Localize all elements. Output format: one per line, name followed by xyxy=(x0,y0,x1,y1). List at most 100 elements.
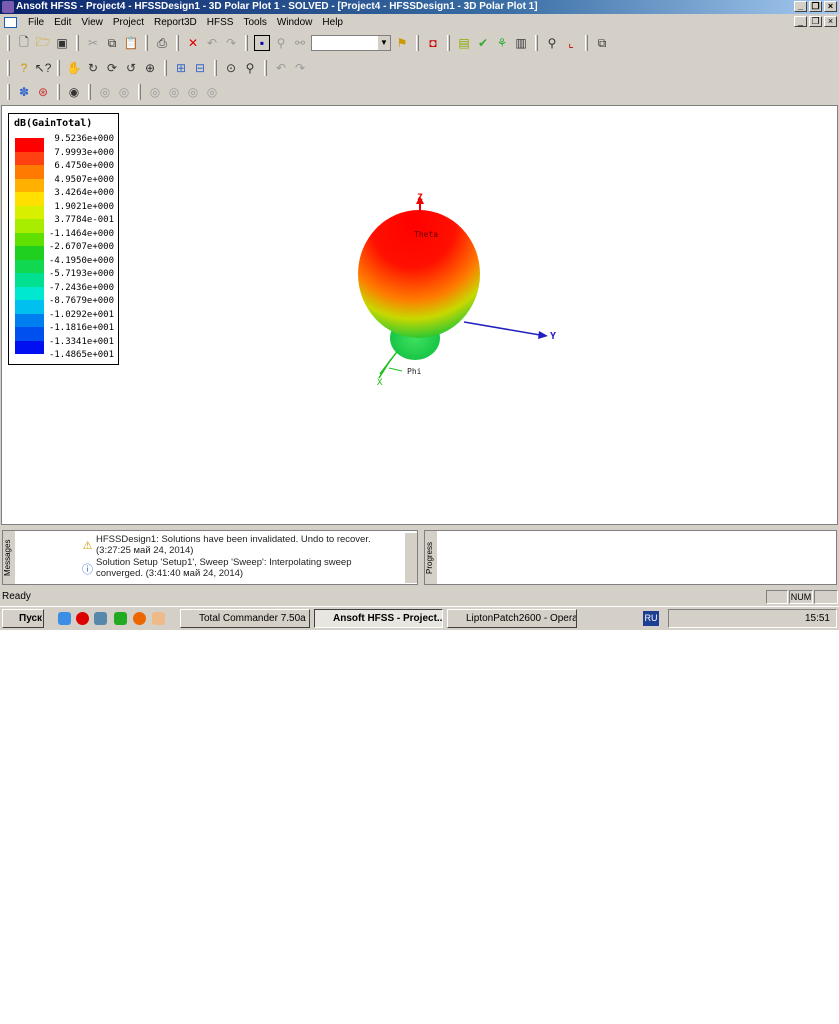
y-arrow xyxy=(538,331,548,339)
rotate-z-icon[interactable]: ⟳ xyxy=(104,60,120,76)
child-minimize-button[interactable]: _ xyxy=(794,16,807,27)
undo-icon[interactable]: ↶ xyxy=(204,35,220,51)
rotate-icon[interactable]: ↻ xyxy=(85,60,101,76)
filter-icon[interactable]: ⚑ xyxy=(394,35,410,51)
hide-all-icon[interactable]: ◎ xyxy=(116,84,132,100)
ie-icon[interactable] xyxy=(58,612,71,625)
menu-view[interactable]: View xyxy=(76,17,108,28)
pan-icon[interactable]: ✋ xyxy=(66,60,82,76)
clock: 15:51 xyxy=(804,613,830,624)
zoom-out-icon[interactable]: ⊟ xyxy=(192,60,208,76)
view-3-icon[interactable]: ◎ xyxy=(185,84,201,100)
status-text: Ready xyxy=(2,591,31,602)
view-1-icon[interactable]: ◎ xyxy=(147,84,163,100)
menu-project[interactable]: Project xyxy=(108,17,149,28)
start-button[interactable]: Пуск xyxy=(2,609,44,628)
warning-icon: ⚠ xyxy=(82,540,93,552)
message-manager: Messages ⚠ HFSSDesign1: Solutions have b… xyxy=(2,530,418,585)
fit-all-icon[interactable]: ⊙ xyxy=(223,60,239,76)
select-icon[interactable]: ▪ xyxy=(254,35,270,51)
menu-help[interactable]: Help xyxy=(317,17,348,28)
fields-icon[interactable]: ⚲ xyxy=(544,35,560,51)
radiation-pattern-plot: Z Theta Y Phi X xyxy=(358,193,556,388)
windows-icon[interactable]: ⧉ xyxy=(594,35,610,51)
redo-view-icon[interactable]: ↷ xyxy=(292,60,308,76)
fit-selection-icon[interactable]: ⚲ xyxy=(242,60,258,76)
hfss-logo-icon xyxy=(2,1,14,13)
validate-icon[interactable]: ◘ xyxy=(425,35,441,51)
delete-icon[interactable]: ✕ xyxy=(185,35,201,51)
show-icon[interactable]: ◉ xyxy=(66,84,82,100)
cut-icon[interactable]: ✂ xyxy=(85,35,101,51)
chart-icon[interactable]: ⌞ xyxy=(563,35,579,51)
context-help-icon[interactable]: ↖? xyxy=(35,60,52,76)
message-item[interactable]: HFSSDesign1: Solutions have been invalid… xyxy=(96,534,396,556)
quicklaunch-icon[interactable] xyxy=(152,612,165,625)
progress-window: Progress xyxy=(424,530,837,585)
task-opera[interactable]: LiptonPatch2600 - Opera xyxy=(447,609,577,628)
minimize-button[interactable]: _ xyxy=(794,1,807,12)
title-bar: Ansoft HFSS - Project4 - HFSSDesign1 - 3… xyxy=(0,0,839,14)
chrome-icon[interactable] xyxy=(133,612,146,625)
paste-icon[interactable]: 📋 xyxy=(123,35,139,51)
child-restore-button[interactable]: ❐ xyxy=(809,16,822,27)
system-tray: 15:51 xyxy=(668,609,837,628)
num-lock-indicator: NUM xyxy=(789,590,813,604)
mic-icon[interactable]: ⚘ xyxy=(494,35,510,51)
zoom-icon[interactable]: ⊕ xyxy=(142,60,158,76)
open-icon[interactable]: 🗁 xyxy=(35,35,51,51)
restore-button[interactable]: ❐ xyxy=(809,1,822,12)
rotate-y-icon[interactable]: ↺ xyxy=(123,60,139,76)
messages-scrollbar[interactable] xyxy=(405,533,417,583)
status-bar: Ready xyxy=(0,588,839,605)
redo-icon[interactable]: ↷ xyxy=(223,35,239,51)
z-axis-label: Z xyxy=(417,193,423,203)
new-icon[interactable]: 🗋 xyxy=(16,35,32,51)
hfss-window: Ansoft HFSS - Project4 - HFSSDesign1 - 3… xyxy=(0,0,839,630)
selection-dropdown[interactable] xyxy=(311,35,391,51)
task-total-commander[interactable]: Total Commander 7.50a ... xyxy=(180,609,310,628)
view-2-icon[interactable]: ◎ xyxy=(166,84,182,100)
3d-plot-viewport[interactable]: dB(GainTotal) 9.5236e+000 7.9993e+000 6.47… xyxy=(1,105,838,525)
hierarchy-icon[interactable]: ⚯ xyxy=(292,35,308,51)
menu-edit[interactable]: Edit xyxy=(49,17,76,28)
child-close-button[interactable]: × xyxy=(824,16,837,27)
menu-report3d[interactable]: Report3D xyxy=(149,17,202,28)
toolbar-view: ? ↖? ✋ ↻ ⟳ ↺ ⊕ ⊞ ⊟ ⊙ ⚲ ↶ ↷ xyxy=(0,56,308,80)
y-axis-label: Y xyxy=(550,331,556,342)
copy-icon[interactable]: ⧉ xyxy=(104,35,120,51)
phi-label: Phi xyxy=(407,367,422,376)
phi-tick xyxy=(388,367,403,372)
task-ansoft-hfss[interactable]: Ansoft HFSS - Project... xyxy=(314,609,443,628)
close-button[interactable]: × xyxy=(824,1,837,12)
menu-file[interactable]: File xyxy=(23,17,49,28)
message-item[interactable]: Solution Setup 'Setup1', Sweep 'Sweep': … xyxy=(96,557,396,579)
document-icon[interactable] xyxy=(4,17,17,28)
undo-view-icon[interactable]: ↶ xyxy=(273,60,289,76)
menu-tools[interactable]: Tools xyxy=(238,17,271,28)
opera-icon[interactable] xyxy=(76,612,89,625)
quicklaunch-icon[interactable] xyxy=(94,612,107,625)
analyze-icon[interactable]: ▤ xyxy=(456,35,472,51)
menu-window[interactable]: Window xyxy=(272,17,318,28)
modeler-icon[interactable]: ✽ xyxy=(16,84,32,100)
menu-bar: File Edit View Project Report3D HFSS Too… xyxy=(0,14,839,31)
window-title: Ansoft HFSS - Project4 - HFSSDesign1 - 3… xyxy=(16,1,538,12)
quicklaunch-icon[interactable] xyxy=(114,612,127,625)
menu-hfss[interactable]: HFSS xyxy=(202,17,239,28)
report-icon[interactable]: ▥ xyxy=(513,35,529,51)
view-4-icon[interactable]: ◎ xyxy=(204,84,220,100)
messages-tab[interactable]: Messages xyxy=(3,531,15,584)
zoom-in-icon[interactable]: ⊞ xyxy=(173,60,189,76)
tree-icon[interactable]: ⚲ xyxy=(273,35,289,51)
help-icon[interactable]: ? xyxy=(16,60,32,76)
hide-icon[interactable]: ◎ xyxy=(97,84,113,100)
toolbar-draw: ✽ ⊛ ◉ ◎ ◎ ◎ ◎ ◎ ◎ xyxy=(0,80,220,104)
progress-tab[interactable]: Progress xyxy=(425,531,437,584)
check-icon[interactable]: ✔ xyxy=(475,35,491,51)
language-indicator[interactable]: RU xyxy=(643,611,659,626)
boundary-icon[interactable]: ⊛ xyxy=(35,84,51,100)
x-axis-label: X xyxy=(377,378,383,388)
save-icon[interactable]: ▣ xyxy=(54,35,70,51)
print-icon[interactable]: ⎙ xyxy=(154,35,170,51)
